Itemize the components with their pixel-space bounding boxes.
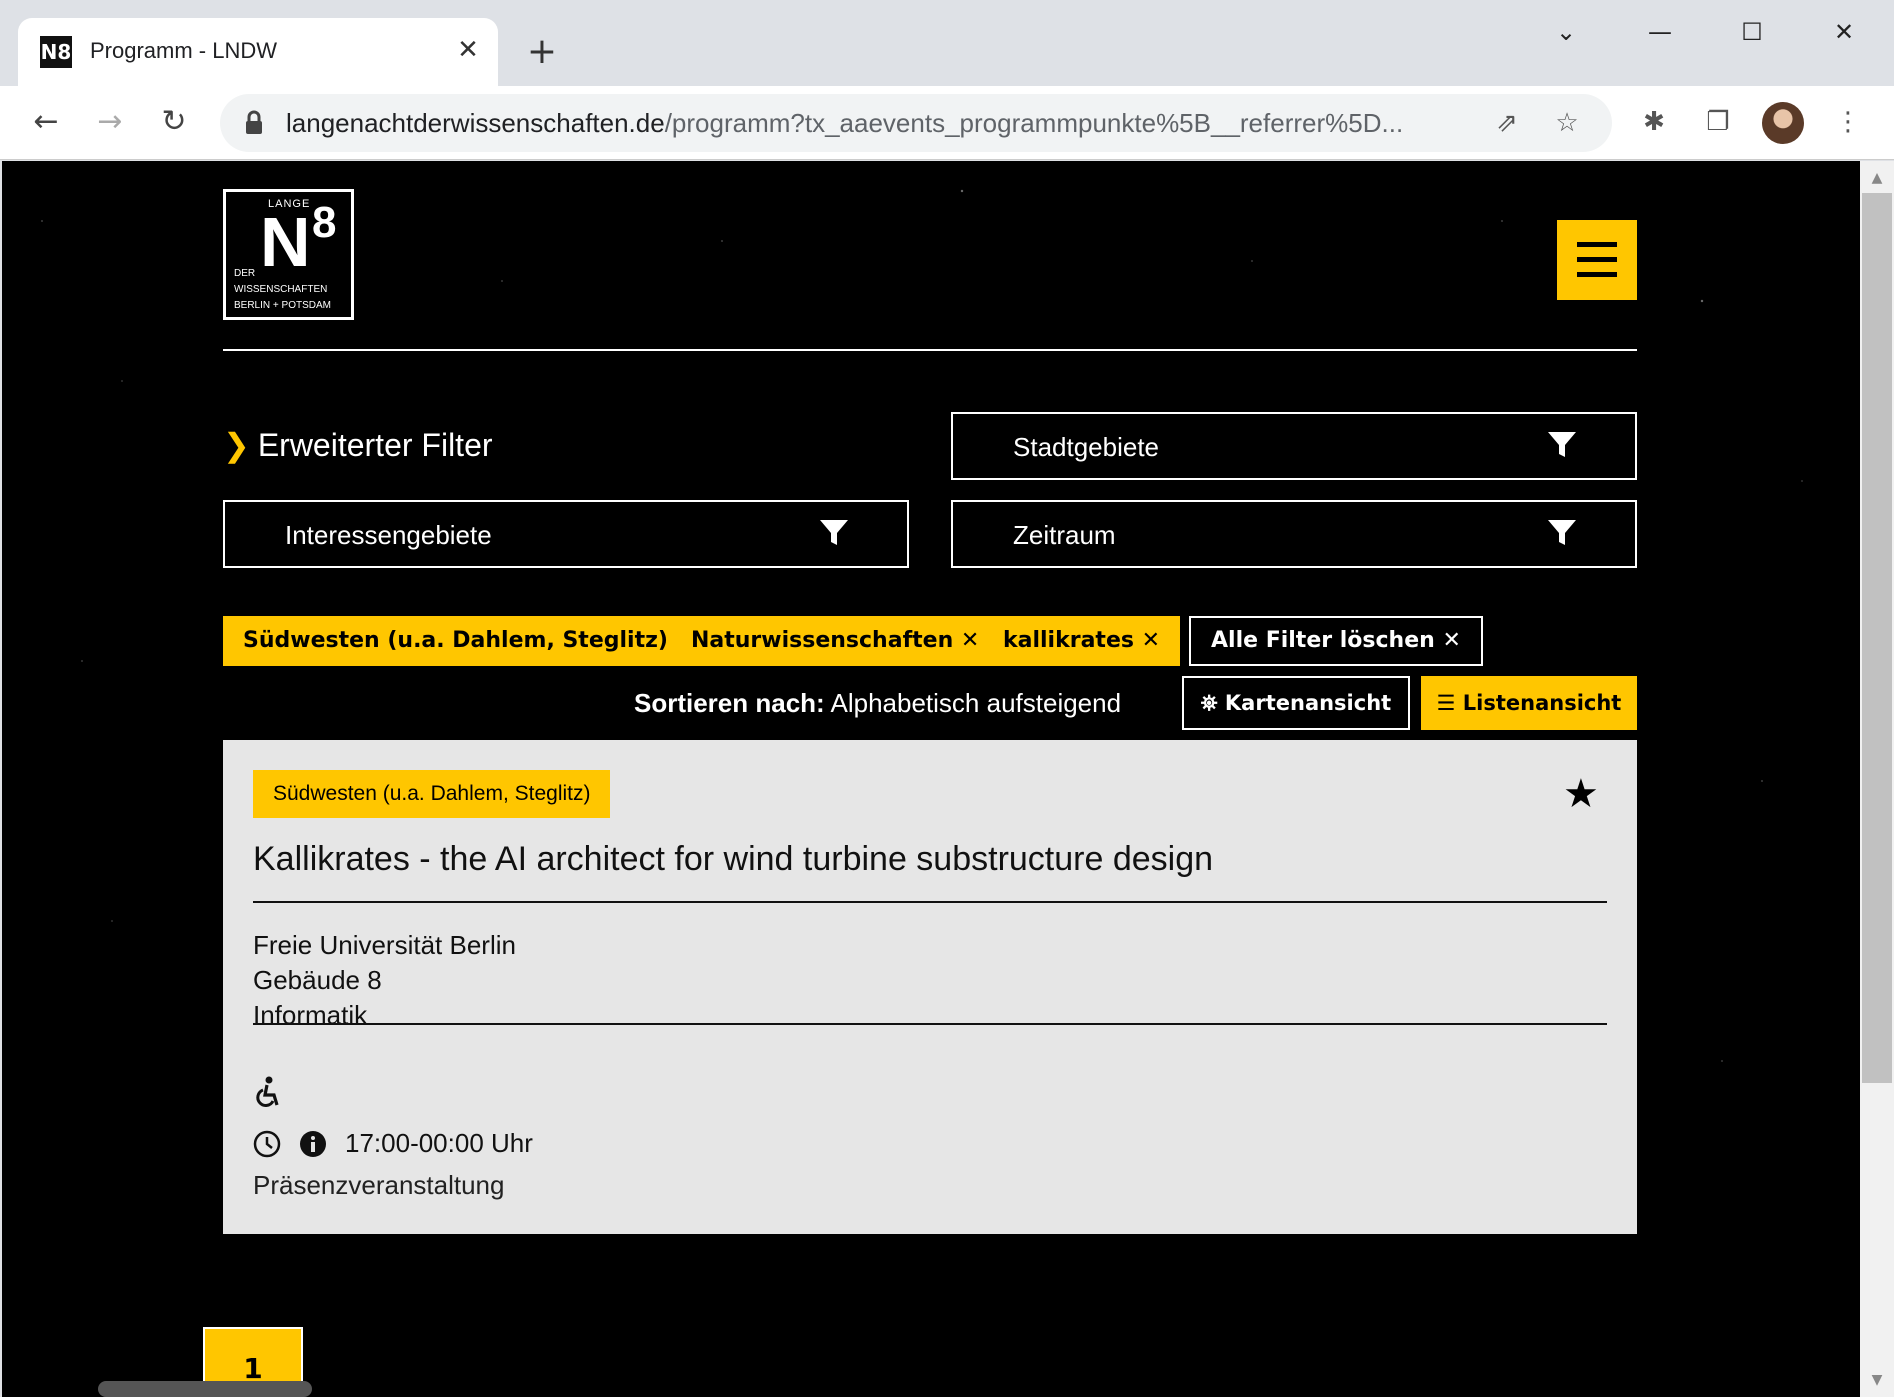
filter-zeitraum-label: Zeitraum bbox=[1013, 520, 1116, 550]
horizontal-scrollbar[interactable] bbox=[98, 1381, 312, 1397]
filter-stadtgebiete-label: Stadtgebiete bbox=[1013, 432, 1160, 462]
new-tab-button[interactable]: + bbox=[520, 30, 564, 74]
favorite-star-icon[interactable]: ★ bbox=[1563, 774, 1599, 814]
map-view-button[interactable]: ⛯ Kartenansicht bbox=[1182, 676, 1410, 730]
map-marker-icon: ⛯ bbox=[1200, 691, 1218, 715]
sort-label: Sortieren nach: bbox=[634, 688, 825, 718]
event-format: Präsenzveranstaltung bbox=[253, 1170, 505, 1200]
tab-title: Programm - LNDW bbox=[90, 38, 278, 63]
filter-funnel-icon bbox=[1548, 520, 1576, 545]
active-filter-chip[interactable]: kallikrates ✕ bbox=[983, 616, 1181, 666]
logo-caption: DER WISSENSCHAFTEN BERLIN + POTSDAM bbox=[234, 268, 331, 311]
event-card[interactable]: Südwesten (u.a. Dahlem, Steglitz) ★ Kall… bbox=[223, 740, 1637, 1234]
minimize-button[interactable]: — bbox=[1630, 12, 1690, 52]
chevron-right-icon: ❯ bbox=[223, 427, 250, 463]
url-text[interactable]: langenachtderwissenschaften.de/programm?… bbox=[286, 108, 1466, 139]
filter-interessengebiete[interactable]: Interessengebiete bbox=[223, 500, 909, 568]
browser-tab[interactable]: N8 Programm - LNDW ✕ bbox=[18, 18, 498, 86]
address-bar[interactable]: langenachtderwissenschaften.de/programm?… bbox=[220, 94, 1612, 152]
scroll-down-icon[interactable]: ▼ bbox=[1860, 1367, 1894, 1393]
advanced-filter-toggle[interactable]: ❯ Erweiterter Filter bbox=[223, 426, 493, 464]
maximize-button[interactable]: ☐ bbox=[1722, 12, 1782, 52]
list-view-button[interactable]: ☰ Listenansicht bbox=[1421, 676, 1637, 730]
remove-x-icon[interactable]: ✕ bbox=[1142, 628, 1160, 653]
remove-x-icon[interactable]: ✕ bbox=[961, 628, 979, 653]
event-venue: Freie Universität Berlin Gebäude 8 Infor… bbox=[253, 930, 516, 1030]
share-icon[interactable]: ⇗ bbox=[1488, 104, 1526, 142]
sort-value: Alphabetisch aufsteigend bbox=[830, 688, 1122, 718]
scroll-up-icon[interactable]: ▲ bbox=[1860, 165, 1894, 191]
tab-search-icon[interactable]: ⌄ bbox=[1536, 12, 1596, 52]
filter-stadtgebiete[interactable]: Stadtgebiete bbox=[951, 412, 1637, 480]
clock-icon bbox=[253, 1130, 281, 1158]
info-icon[interactable] bbox=[299, 1130, 327, 1158]
sort-control[interactable]: Sortieren nach: Alphabetisch aufsteigend bbox=[634, 688, 1121, 719]
event-title[interactable]: Kallikrates - the AI architect for wind … bbox=[253, 840, 1213, 879]
logo-eight-text: 8 bbox=[312, 198, 337, 247]
remove-x-icon: ✕ bbox=[1442, 628, 1461, 653]
clear-all-filters-button[interactable]: Alle Filter löschen ✕ bbox=[1189, 616, 1483, 666]
lndw-favicon-icon: N8 bbox=[40, 36, 72, 68]
close-window-button[interactable]: ✕ bbox=[1814, 12, 1874, 52]
hamburger-menu-button[interactable] bbox=[1557, 220, 1637, 300]
filter-funnel-icon bbox=[820, 520, 848, 545]
header-divider bbox=[223, 349, 1637, 351]
filter-interessengebiete-label: Interessengebiete bbox=[285, 520, 492, 550]
filter-zeitraum[interactable]: Zeitraum bbox=[951, 500, 1637, 568]
back-button[interactable]: ← bbox=[24, 100, 68, 144]
active-filter-chip[interactable]: Naturwissenschaften ✕ bbox=[671, 616, 1000, 666]
reload-button[interactable]: ↻ bbox=[152, 100, 196, 144]
profile-avatar[interactable] bbox=[1762, 102, 1804, 144]
browser-tabstrip: N8 Programm - LNDW ✕ + ⌄ — ☐ ✕ bbox=[0, 0, 1894, 86]
advanced-filter-label: Erweiterter Filter bbox=[257, 427, 493, 463]
reading-list-icon[interactable]: ❐ bbox=[1696, 100, 1740, 144]
card-divider bbox=[253, 901, 1607, 903]
bookmark-star-icon[interactable]: ☆ bbox=[1548, 104, 1586, 142]
site-logo[interactable]: LANGE N 8 DER WISSENSCHAFTEN BERLIN + PO… bbox=[223, 189, 354, 320]
wheelchair-accessible-icon bbox=[256, 1076, 279, 1107]
page-viewport: LANGE N 8 DER WISSENSCHAFTEN BERLIN + PO… bbox=[2, 161, 1860, 1397]
lock-icon bbox=[246, 110, 262, 134]
region-badge: Südwesten (u.a. Dahlem, Steglitz) bbox=[253, 770, 611, 818]
event-time: 17:00-00:00 Uhr bbox=[345, 1128, 533, 1158]
forward-button[interactable]: → bbox=[88, 100, 132, 144]
scrollbar-thumb[interactable] bbox=[1862, 193, 1892, 1083]
more-menu-icon[interactable]: ⋮ bbox=[1826, 100, 1870, 144]
browser-toolbar: ← → ↻ langenachtderwissenschaften.de/pro… bbox=[0, 86, 1894, 160]
active-filter-chip[interactable]: Südwesten (u.a. Dahlem, Steglitz) ✕ bbox=[223, 616, 715, 666]
list-icon: ☰ bbox=[1436, 691, 1456, 715]
vertical-scrollbar[interactable]: ▲ ▼ bbox=[1860, 161, 1894, 1397]
tab-close-icon[interactable]: ✕ bbox=[450, 32, 486, 68]
card-divider bbox=[253, 1023, 1607, 1025]
filter-funnel-icon bbox=[1548, 432, 1576, 457]
extensions-icon[interactable]: ✱ bbox=[1632, 100, 1676, 144]
